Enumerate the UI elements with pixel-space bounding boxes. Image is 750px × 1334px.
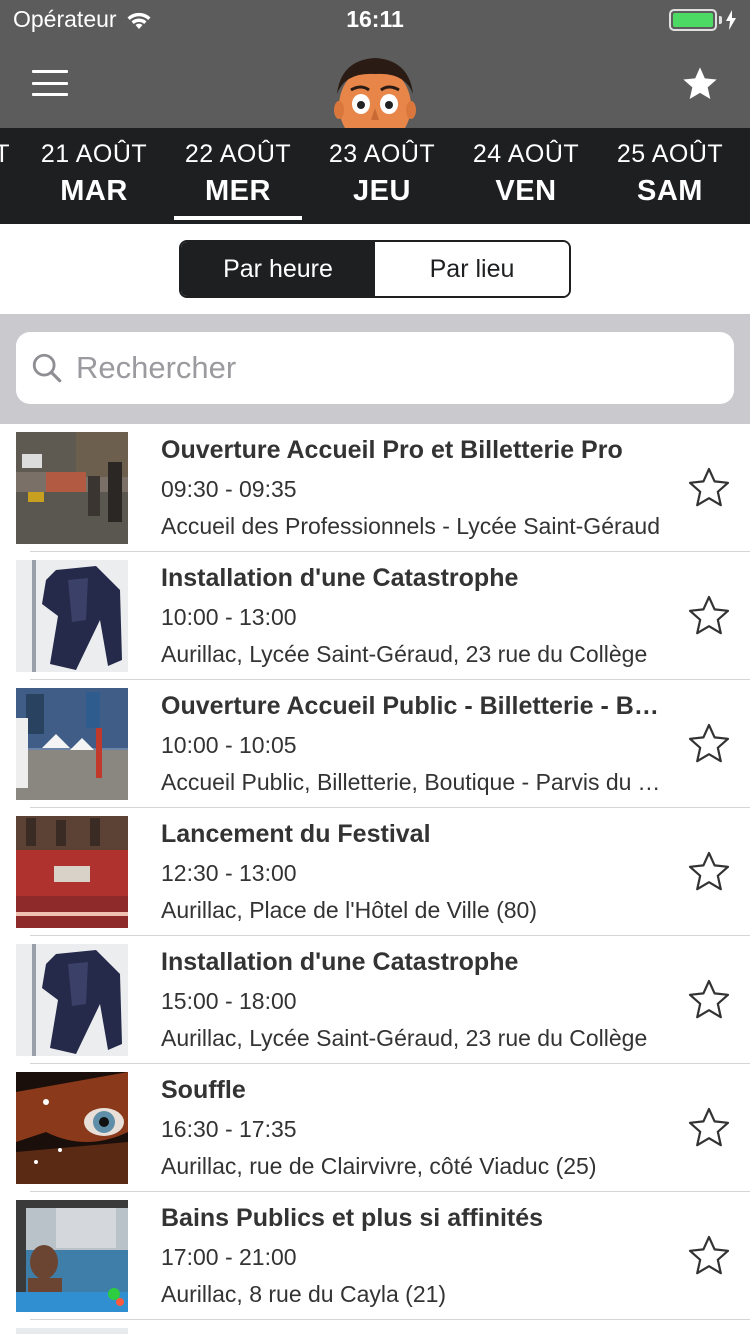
event-title: Installation d'une Catastrophe xyxy=(161,564,519,592)
date-label: 21 AOÛT xyxy=(40,140,148,168)
view-mode-bar: Par heure Par lieu xyxy=(0,224,750,314)
event-title: Bains Publics et plus si affinités xyxy=(161,1204,544,1232)
event-thumbnail xyxy=(16,816,128,928)
event-row[interactable]: Ouverture Accueil Public - Billetterie -… xyxy=(0,680,750,808)
event-title: Ouverture Accueil Public - Billetterie -… xyxy=(161,692,666,720)
star-outline-icon[interactable] xyxy=(684,464,734,512)
event-time: 10:00 - 13:00 xyxy=(161,604,297,630)
event-place: Aurillac, Place de l'Hôtel de Ville (80) xyxy=(161,897,537,923)
date-label: 23 AOÛT xyxy=(328,140,436,168)
event-place: Aurillac, rue de Clairvivre, côté Viaduc… xyxy=(161,1153,597,1179)
date-item-23[interactable]: 23 AOÛT JEU xyxy=(310,128,454,224)
star-outline-icon[interactable] xyxy=(684,848,734,896)
date-item-22[interactable]: 22 AOÛT MER xyxy=(166,128,310,224)
event-time: 09:30 - 09:35 xyxy=(161,476,297,502)
top-bar: Opérateur 16:11 xyxy=(0,0,750,128)
date-label: 24 AOÛT xyxy=(472,140,580,168)
weekday-label: VEN xyxy=(495,175,557,207)
weekday-label: MER xyxy=(205,175,271,207)
event-row[interactable]: Installation d'une Catastrophe 15:00 - 1… xyxy=(0,936,750,1064)
date-label: 25 AOÛT xyxy=(616,140,724,168)
segment-by-hour[interactable]: Par heure xyxy=(181,242,375,296)
search-input[interactable] xyxy=(76,350,696,386)
date-item-previous[interactable]: T xyxy=(0,128,10,224)
status-time: 16:11 xyxy=(346,6,404,32)
event-thumbnail xyxy=(16,1072,128,1184)
event-time: 12:30 - 13:00 xyxy=(161,860,297,886)
search-field xyxy=(16,332,734,404)
event-row[interactable]: Ouverture Accueil Pro et Billetterie Pro… xyxy=(0,424,750,552)
event-thumbnail xyxy=(16,560,128,672)
event-row[interactable]: Installation d'une Catastrophe 10:00 - 1… xyxy=(0,552,750,680)
search-bar xyxy=(0,314,750,424)
search-icon xyxy=(32,353,62,383)
weekday-label: JEU xyxy=(353,175,411,207)
event-time: 16:30 - 17:35 xyxy=(161,1116,297,1142)
star-outline-icon[interactable] xyxy=(684,976,734,1024)
date-item-21[interactable]: 21 AOÛT MAR xyxy=(22,128,166,224)
event-place: Aurillac, 8 rue du Cayla (21) xyxy=(161,1281,447,1307)
event-time: 10:00 - 10:05 xyxy=(161,732,297,758)
event-title: Ouverture Accueil Pro et Billetterie Pro xyxy=(161,436,623,464)
row-separator xyxy=(30,1319,750,1320)
segment-by-place[interactable]: Par lieu xyxy=(375,242,569,296)
event-place: Accueil des Professionnels - Lycée Saint… xyxy=(161,513,661,539)
event-title: Installation d'une Catastrophe xyxy=(161,948,519,976)
event-thumbnail xyxy=(16,1200,128,1312)
event-thumbnail xyxy=(16,944,128,1056)
event-title: Lancement du Festival xyxy=(161,820,431,848)
view-mode-segmented-control: Par heure Par lieu xyxy=(179,240,571,298)
mascot-face-logo xyxy=(331,54,419,128)
next-event-thumbnail-peek xyxy=(16,1328,128,1334)
star-outline-icon[interactable] xyxy=(684,592,734,640)
selected-date-indicator xyxy=(174,216,302,220)
event-list: Ouverture Accueil Pro et Billetterie Pro… xyxy=(0,424,750,1320)
date-item-24[interactable]: 24 AOÛT VEN xyxy=(454,128,598,224)
date-label: 22 AOÛT xyxy=(184,140,292,168)
event-title: Souffle xyxy=(161,1076,246,1104)
weekday-label: SAM xyxy=(637,175,703,207)
event-row[interactable]: Souffle 16:30 - 17:35 Aurillac, rue de C… xyxy=(0,1064,750,1192)
event-row[interactable]: Bains Publics et plus si affinités 17:00… xyxy=(0,1192,750,1320)
event-time: 15:00 - 18:00 xyxy=(161,988,297,1014)
event-time: 17:00 - 21:00 xyxy=(161,1244,297,1270)
favorites-star-icon[interactable] xyxy=(680,64,720,104)
charging-bolt-icon xyxy=(726,10,736,30)
weekday-label: MAR xyxy=(60,175,128,207)
battery-icon xyxy=(669,9,717,31)
battery-indicator xyxy=(669,9,736,31)
event-place: Accueil Public, Billetterie, Boutique - … xyxy=(161,769,666,795)
date-item-25[interactable]: 25 AOÛT SAM xyxy=(598,128,742,224)
date-label: T xyxy=(0,140,10,168)
event-thumbnail xyxy=(16,688,128,800)
date-selector: T 21 AOÛT MAR 22 AOÛT MER 23 AOÛT JEU 24… xyxy=(0,128,750,224)
star-outline-icon[interactable] xyxy=(684,1104,734,1152)
hamburger-icon[interactable] xyxy=(32,70,68,96)
event-place: Aurillac, Lycée Saint-Géraud, 23 rue du … xyxy=(161,1025,648,1051)
star-outline-icon[interactable] xyxy=(684,1232,734,1280)
event-thumbnail xyxy=(16,432,128,544)
event-place: Aurillac, Lycée Saint-Géraud, 23 rue du … xyxy=(161,641,648,667)
event-row[interactable]: Lancement du Festival 12:30 - 13:00 Auri… xyxy=(0,808,750,936)
star-outline-icon[interactable] xyxy=(684,720,734,768)
status-bar: Opérateur 16:11 xyxy=(0,0,750,40)
